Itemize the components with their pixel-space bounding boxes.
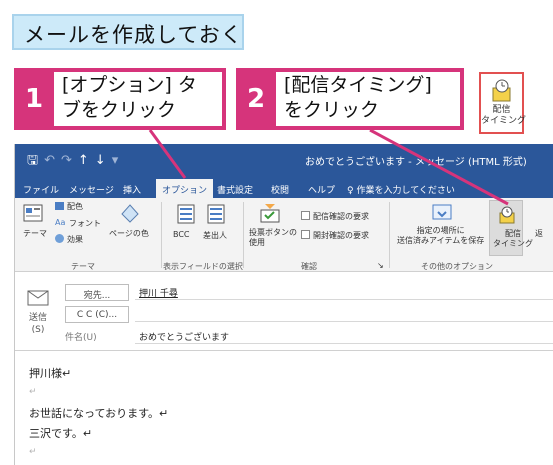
ribbon-tabs: ファイル メッセージ 挿入 オプション 書式設定 校閲 ヘルプ ♀ 作業を入力し… (15, 176, 553, 198)
page-heading: メールを作成しておく (12, 14, 244, 50)
step-1-text: [オプション] タ ブをクリック (62, 74, 197, 121)
body-line: 三沢です。↵ (29, 427, 93, 440)
tell-me-box[interactable]: ♀ 作業を入力してください (341, 179, 461, 198)
fonts-button[interactable]: フォント (69, 218, 101, 229)
group-label-more-options: その他のオプション (421, 262, 493, 271)
step-2-text: [配信タイミング] をクリック (284, 74, 432, 121)
quick-access-toolbar: 🖫↶↷↑↓▾ (27, 151, 124, 173)
to-recipient: 押川 千尋 (139, 289, 178, 299)
delivery-timing-icon (499, 206, 515, 224)
delivery-receipt-checkbox[interactable] (301, 211, 310, 220)
body-line: 押川様↵ (29, 367, 72, 380)
to-field[interactable]: 押川 千尋 (135, 282, 553, 300)
delay-delivery-button[interactable]: 配信 タイミング (489, 200, 533, 256)
page-color-button[interactable]: ページの色 (109, 228, 149, 239)
tab-format[interactable]: 書式設定 (211, 179, 259, 198)
colors-icon (55, 202, 64, 210)
tab-message[interactable]: メッセージ (63, 179, 120, 198)
title-bar: 🖫↶↷↑↓▾ おめでとうございます - メッセージ (HTML 形式) (15, 144, 553, 176)
undo-icon[interactable]: ↶ (44, 153, 61, 168)
to-button[interactable]: 宛先... (65, 284, 129, 301)
send-icon (27, 290, 49, 306)
window-title: おめでとうございます - メッセージ (HTML 形式) (305, 157, 527, 168)
colors-button[interactable]: 配色 (67, 201, 83, 212)
tab-file[interactable]: ファイル (17, 179, 65, 198)
customize-qat-icon[interactable]: ▾ (112, 153, 125, 168)
step-2-number: 2 (236, 68, 276, 130)
cc-field[interactable] (135, 304, 553, 322)
voting-buttons-icon (260, 204, 280, 223)
step-1-callout: 1 [オプション] タ ブをクリック (14, 68, 226, 130)
ribbon-separator (243, 202, 244, 268)
from-icon (207, 204, 225, 224)
group-label-tracking: 確認 (301, 262, 317, 271)
ribbon-separator (161, 202, 162, 268)
body-line: お世話になっております。↵ (29, 407, 169, 420)
message-header: 送信 (S) 宛先... 押川 千尋 C C (C)... 件名(U) おめでと… (15, 272, 553, 351)
effects-icon (55, 234, 64, 243)
cc-button[interactable]: C C (C)... (65, 306, 129, 323)
effects-button[interactable]: 効果 (67, 234, 83, 245)
up-arrow-icon[interactable]: ↑ (78, 153, 95, 168)
body-line: ↵ (29, 447, 37, 457)
delivery-receipt-label: 配信確認の要求 (313, 212, 369, 221)
ribbon-separator (389, 202, 390, 268)
down-arrow-icon[interactable]: ↓ (95, 153, 112, 168)
body-line: ↵ (29, 387, 37, 397)
send-button[interactable]: 送信 (S) (20, 282, 56, 340)
dialog-launcher-icon[interactable]: ↘ (377, 261, 384, 270)
voting-buttons[interactable]: 投票ボタンの 使用 (249, 228, 297, 248)
read-receipt-label: 開封確認の要求 (313, 231, 369, 240)
delay-delivery-label: 配信 タイミング (481, 105, 527, 126)
message-window: 🖫↶↷↑↓▾ おめでとうございます - メッセージ (HTML 形式) ファイル… (14, 144, 553, 465)
lightbulb-icon: ♀ (347, 186, 354, 196)
theme-button[interactable]: テーマ (23, 228, 47, 239)
group-label-fields: 表示フィールドの選択 (163, 262, 243, 271)
from-button[interactable]: 差出人 (203, 230, 227, 241)
save-sent-item-icon (432, 204, 452, 220)
theme-icon (23, 204, 43, 222)
delay-delivery-label: 配信 タイミング (493, 229, 533, 248)
delivery-timing-icon (492, 79, 511, 102)
message-body[interactable]: 押川様↵ ↵ お世話になっております。↵ 三沢です。↵ ↵ (15, 351, 553, 465)
fonts-icon: Aa (55, 218, 66, 227)
send-label: 送信 (S) (28, 313, 47, 335)
tell-me-text: 作業を入力してください (356, 186, 455, 196)
tab-review[interactable]: 校閲 (265, 179, 295, 198)
save-sent-item-button[interactable]: 指定の場所に 送信済みアイテムを保存 (397, 226, 484, 246)
tab-insert[interactable]: 挿入 (117, 179, 147, 198)
subject-label: 件名(U) (65, 333, 97, 343)
direct-replies-button[interactable]: 返 (535, 228, 543, 239)
save-icon[interactable]: 🖫 (27, 153, 44, 168)
page-heading-text: メールを作成しておく (24, 23, 243, 47)
step-1-number: 1 (14, 68, 54, 130)
delay-delivery-icon-preview: 配信 タイミング (479, 72, 527, 134)
read-receipt-checkbox[interactable] (301, 230, 310, 239)
ribbon: テーマ 配色 Aa フォント 効果 ページの色 テーマ BCC 差出人 表示フィ… (15, 198, 553, 272)
subject-field[interactable]: おめでとうございます (135, 326, 553, 344)
group-label-theme: テーマ (71, 262, 95, 271)
tab-help[interactable]: ヘルプ (302, 179, 341, 198)
redo-icon[interactable]: ↷ (61, 153, 78, 168)
step-2-callout: 2 [配信タイミング] をクリック (236, 68, 464, 130)
bcc-icon (177, 204, 195, 224)
tab-options[interactable]: オプション (156, 179, 214, 198)
bcc-button[interactable]: BCC (173, 230, 190, 239)
page-color-icon (121, 204, 139, 223)
